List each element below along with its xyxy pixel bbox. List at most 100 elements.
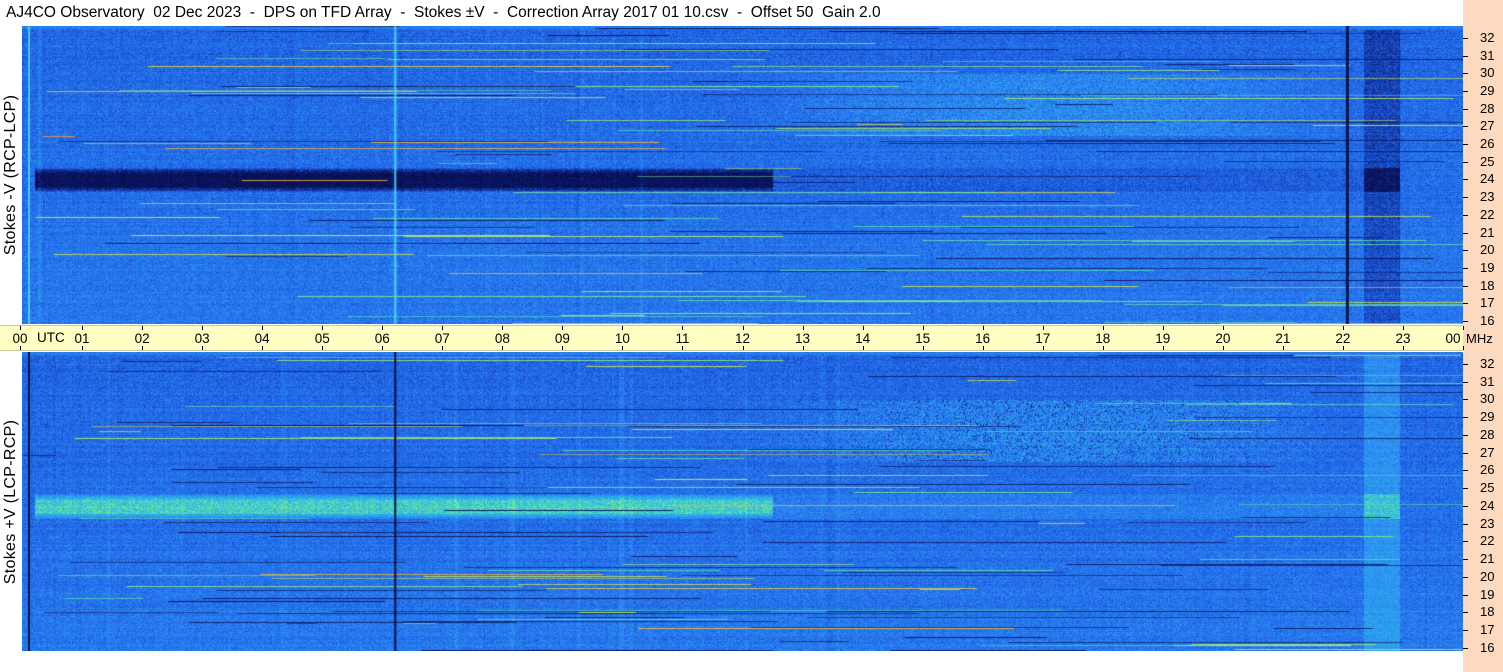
utc-tick-label: 04 (254, 331, 270, 346)
utc-tick (1222, 326, 1224, 330)
frequency-tick (1463, 541, 1468, 543)
frequency-tick (1463, 108, 1468, 110)
utc-tick-label: 23 (1395, 331, 1411, 346)
chart-title: AJ4CO Observatory 02 Dec 2023 - DPS on T… (6, 4, 881, 21)
spectrogram-top (22, 26, 1463, 324)
utc-tick-label: 09 (554, 331, 570, 346)
utc-tick (382, 346, 384, 350)
utc-tick-label: 00 (12, 331, 28, 346)
frequency-tick-label: 22 (1480, 206, 1495, 222)
frequency-tick-label: 29 (1480, 82, 1495, 98)
utc-tick-label: 18 (1095, 331, 1111, 346)
utc-tick (442, 326, 444, 330)
frequency-tick-label: 21 (1480, 551, 1495, 567)
frequency-tick-label: 18 (1480, 277, 1495, 293)
frequency-tick-label: 17 (1480, 295, 1495, 311)
frequency-tick (1463, 523, 1468, 525)
utc-tick-label: 22 (1335, 331, 1351, 346)
frequency-tick-label: 28 (1480, 426, 1495, 442)
utc-tick-label: 16 (975, 331, 991, 346)
utc-tick (622, 346, 624, 350)
frequency-tick (1463, 417, 1468, 419)
utc-tick (202, 326, 204, 330)
utc-tick-label: 20 (1215, 331, 1231, 346)
frequency-tick (1463, 303, 1468, 305)
utc-tick (202, 346, 204, 350)
utc-tick (142, 346, 144, 350)
utc-tick (1463, 326, 1464, 330)
utc-tick (1282, 326, 1284, 330)
utc-tick-label: 08 (494, 331, 510, 346)
frequency-tick-label: 23 (1480, 515, 1495, 531)
frequency-tick-label: 20 (1480, 242, 1495, 258)
frequency-tick-label: 32 (1480, 29, 1495, 45)
frequency-tick-label: 26 (1480, 136, 1495, 152)
utc-tick-label: 14 (855, 331, 871, 346)
frequency-tick (1463, 250, 1468, 252)
frequency-tick (1463, 452, 1468, 454)
frequency-tick-label: 25 (1480, 153, 1495, 169)
utc-tick (1282, 346, 1284, 350)
utc-tick (1402, 326, 1404, 330)
utc-tick (1463, 346, 1464, 350)
frequency-tick-label: 18 (1480, 604, 1495, 620)
frequency-tick (1463, 505, 1468, 507)
frequency-tick-label: 26 (1480, 462, 1495, 478)
utc-tick-label: 02 (134, 331, 150, 346)
frequency-tick-label: 20 (1480, 568, 1495, 584)
utc-tick-label: 13 (795, 331, 811, 346)
frequency-tick (1463, 399, 1468, 401)
utc-tick-label: 21 (1275, 331, 1291, 346)
frequency-tick (1463, 55, 1468, 57)
frequency-tick (1463, 285, 1468, 287)
frequency-tick (1463, 559, 1468, 561)
frequency-tick-label: 31 (1480, 373, 1495, 389)
frequency-tick (1463, 126, 1468, 128)
utc-tick (562, 346, 564, 350)
utc-tick (82, 346, 84, 350)
frequency-tick-label: 27 (1480, 444, 1495, 460)
utc-tick (1162, 326, 1164, 330)
frequency-tick-label: 22 (1480, 533, 1495, 549)
frequency-tick (1463, 267, 1468, 269)
utc-tick (1402, 346, 1404, 350)
frequency-tick-label: 24 (1480, 497, 1495, 513)
frequency-axis-bottom: 32 31 30 29 28 27 26 25 24 23 22 21 20 19 18 17 16 (1463, 352, 1503, 655)
frequency-tick-label: 24 (1480, 171, 1495, 187)
utc-tick (982, 326, 984, 330)
utc-tick (20, 326, 21, 330)
utc-tick-label: 05 (314, 331, 330, 346)
utc-tick (982, 346, 984, 350)
frequency-tick-label: 32 (1480, 355, 1495, 371)
frequency-tick-label: 29 (1480, 409, 1495, 425)
utc-tick (322, 326, 324, 330)
utc-tick (1102, 346, 1104, 350)
frequency-tick (1463, 144, 1468, 146)
frequency-tick (1463, 179, 1468, 181)
utc-tick-label: 07 (434, 331, 450, 346)
frequency-tick (1463, 161, 1468, 163)
utc-tick-label: 03 (194, 331, 210, 346)
utc-tick (1222, 346, 1224, 350)
frequency-tick-label: 30 (1480, 65, 1495, 81)
frequency-tick (1463, 37, 1468, 39)
frequency-tick (1463, 612, 1468, 614)
utc-tick-label: 15 (915, 331, 931, 346)
bottom-panel-label: Stokes +V (LCP-RCP) (2, 419, 19, 584)
utc-tick-label: 17 (1035, 331, 1051, 346)
utc-tick (682, 346, 684, 350)
frequency-tick (1463, 197, 1468, 199)
utc-tick-label: 01 (74, 331, 90, 346)
frequency-tick (1463, 630, 1468, 632)
frequency-tick-label: 28 (1480, 100, 1495, 116)
frequency-tick (1463, 434, 1468, 436)
frequency-tick-label: 30 (1480, 391, 1495, 407)
frequency-tick-label: 27 (1480, 118, 1495, 134)
utc-tick (322, 346, 324, 350)
utc-tick (1042, 326, 1044, 330)
utc-tick (562, 326, 564, 330)
mhz-unit-label: MHz (1466, 331, 1493, 346)
utc-tick-label: 06 (374, 331, 390, 346)
utc-tick (1042, 346, 1044, 350)
utc-tick (1162, 346, 1164, 350)
